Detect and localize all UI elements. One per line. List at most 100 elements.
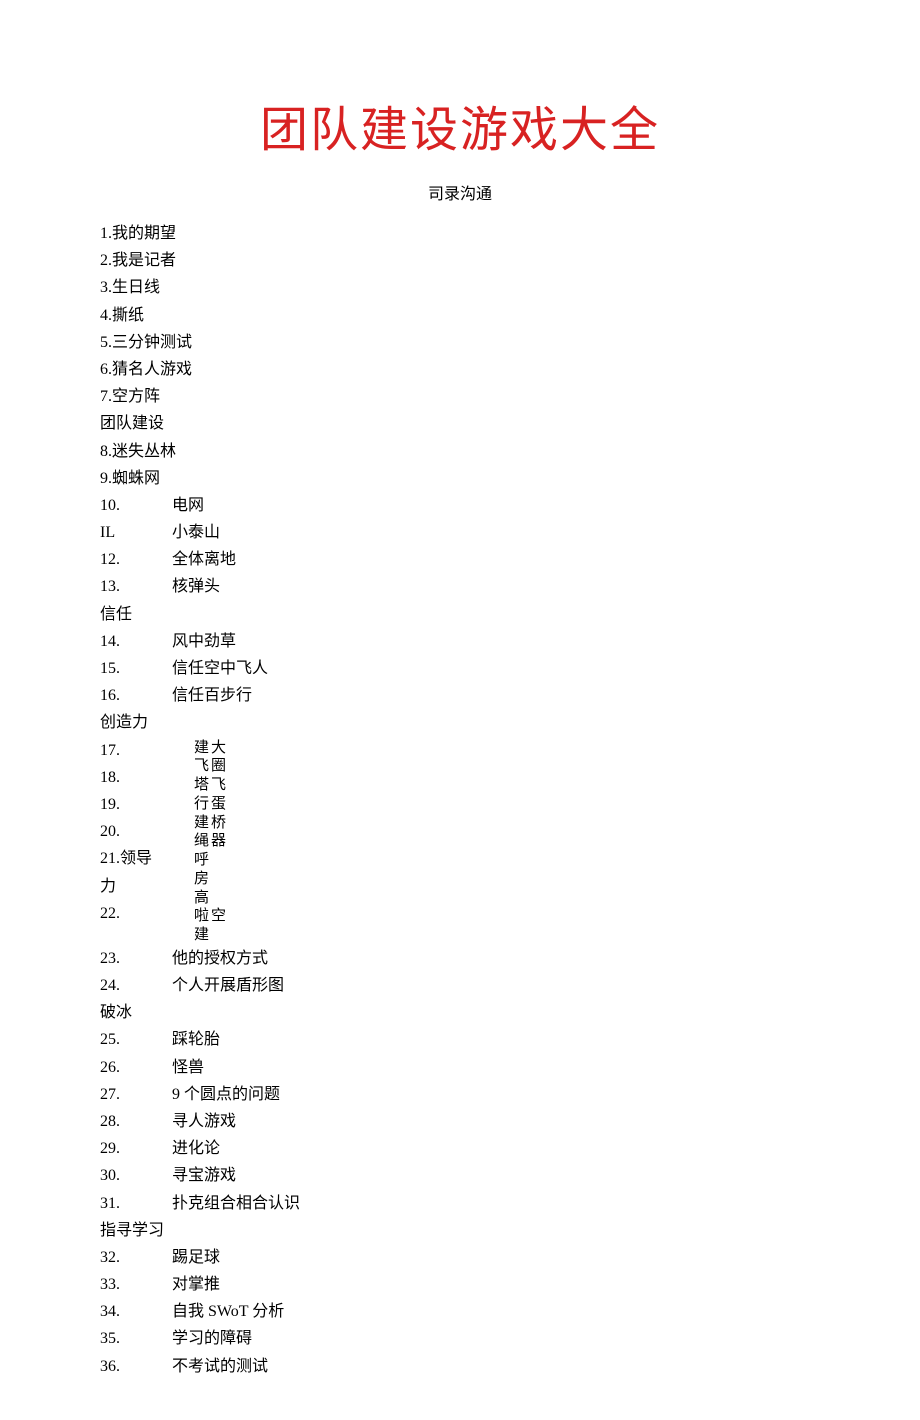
vertical-char: 圈 bbox=[211, 757, 226, 776]
toc-item-text: 他的授权方式 bbox=[172, 945, 820, 972]
vertical-char: 行 bbox=[194, 795, 209, 814]
creative-block: 17.18.19.20.21.领导力22. 建飞塔行建绳呼房高啦建 大圈飞蛋桥器… bbox=[100, 737, 820, 945]
document-title: 团队建设游戏大全 bbox=[100, 90, 820, 160]
toc-item-text: 踢足球 bbox=[172, 1244, 820, 1271]
toc-item-text: 对掌推 bbox=[172, 1271, 820, 1298]
toc-item-text: 个人开展盾形图 bbox=[172, 972, 820, 999]
toc-item-text: 猜名人游戏 bbox=[112, 356, 820, 383]
toc-item-number: 12. bbox=[100, 546, 172, 573]
toc-item: 9.蜘蛛网 bbox=[100, 465, 820, 492]
toc-item-number: 19. bbox=[100, 791, 172, 818]
creative-col2: 大圈飞蛋桥器 空 bbox=[211, 739, 226, 945]
toc-item: 5.三分钟测试 bbox=[100, 329, 820, 356]
toc-item-text: 扑克组合相合认识 bbox=[172, 1190, 820, 1217]
section-heading: 团队建设 bbox=[100, 410, 820, 437]
toc-item-text: 寻人游戏 bbox=[172, 1108, 820, 1135]
vertical-char bbox=[211, 870, 226, 889]
toc-item-number: 23. bbox=[100, 945, 172, 972]
toc-item-number: 7. bbox=[100, 383, 112, 410]
toc-item-text: 信任百步行 bbox=[172, 682, 820, 709]
toc-item-text: 迷失丛林 bbox=[112, 438, 820, 465]
toc-item-text: 信任空中飞人 bbox=[172, 655, 820, 682]
section-heading: 破冰 bbox=[100, 999, 820, 1026]
toc-item-number: 21.领导 bbox=[100, 845, 172, 872]
toc-item-text: 小泰山 bbox=[172, 519, 820, 546]
toc-item-text: 寻宝游戏 bbox=[172, 1162, 820, 1189]
toc-item-text: 核弹头 bbox=[172, 573, 820, 600]
vertical-char: 呼 bbox=[194, 851, 209, 870]
toc-item-number: 1. bbox=[100, 220, 112, 247]
vertical-char: 器 bbox=[211, 832, 226, 851]
toc-item-number: 13. bbox=[100, 573, 172, 600]
toc-item-text: 进化论 bbox=[172, 1135, 820, 1162]
toc-group-4: 23.他的授权方式24.个人开展盾形图 bbox=[100, 945, 820, 999]
toc-item-text: 踩轮胎 bbox=[172, 1026, 820, 1053]
toc-item: 31.扑克组合相合认识 bbox=[100, 1190, 820, 1217]
document-subtitle: 司录沟通 bbox=[100, 180, 820, 204]
vertical-char: 建 bbox=[194, 926, 209, 945]
toc-item-number: 30. bbox=[100, 1162, 172, 1189]
toc-item-text: 蜘蛛网 bbox=[112, 465, 820, 492]
toc-item-text: 我是记者 bbox=[112, 247, 820, 274]
toc-group-6: 32.踢足球33.对掌推34.自我 SWoT 分析35.学习的障碍36.不考试的… bbox=[100, 1244, 820, 1380]
toc-item-text: 电网 bbox=[172, 492, 820, 519]
toc-item: 15.信任空中飞人 bbox=[100, 655, 820, 682]
toc-item-number: 16. bbox=[100, 682, 172, 709]
toc-item: 8.迷失丛林 bbox=[100, 438, 820, 465]
toc-item: 7.空方阵 bbox=[100, 383, 820, 410]
toc-item-text: 我的期望 bbox=[112, 220, 820, 247]
toc-item: 24.个人开展盾形图 bbox=[100, 972, 820, 999]
vertical-char bbox=[211, 851, 226, 870]
toc-item: 3.生日线 bbox=[100, 274, 820, 301]
toc-item-number: 22. bbox=[100, 900, 172, 927]
toc-item-text: 9 个圆点的问题 bbox=[172, 1081, 820, 1108]
toc-item-number: 25. bbox=[100, 1026, 172, 1053]
vertical-char: 塔 bbox=[194, 776, 209, 795]
creative-col1: 建飞塔行建绳呼房高啦建 bbox=[194, 739, 209, 945]
toc-item-number: 34. bbox=[100, 1298, 172, 1325]
toc-group-2: 8.迷失丛林9.蜘蛛网10.电网IL小泰山12.全体离地13.核弹头 bbox=[100, 438, 820, 601]
toc-item: 6.猜名人游戏 bbox=[100, 356, 820, 383]
toc-item-number: 5. bbox=[100, 329, 112, 356]
vertical-char bbox=[211, 926, 226, 945]
creative-numbers: 17.18.19.20.21.领导力22. bbox=[100, 737, 172, 927]
toc-item-number: 32. bbox=[100, 1244, 172, 1271]
toc-item-number: 力 bbox=[100, 873, 172, 900]
toc-item: 13.核弹头 bbox=[100, 573, 820, 600]
toc-item: 28.寻人游戏 bbox=[100, 1108, 820, 1135]
toc-item-text: 生日线 bbox=[112, 274, 820, 301]
toc-item: 36.不考试的测试 bbox=[100, 1353, 820, 1380]
toc-item-number: 6. bbox=[100, 356, 112, 383]
toc-item-number: 3. bbox=[100, 274, 112, 301]
toc-item-number: 26. bbox=[100, 1054, 172, 1081]
toc-item: 33.对掌推 bbox=[100, 1271, 820, 1298]
toc-item-number: IL bbox=[100, 519, 172, 546]
vertical-char: 建 bbox=[194, 814, 209, 833]
toc-item: 26.怪兽 bbox=[100, 1054, 820, 1081]
toc-item-number: 8. bbox=[100, 438, 112, 465]
toc-item: 12.全体离地 bbox=[100, 546, 820, 573]
toc-group-3: 14.风中劲草15.信任空中飞人16.信任百步行 bbox=[100, 628, 820, 710]
toc-item-text: 全体离地 bbox=[172, 546, 820, 573]
toc-item-number: 4. bbox=[100, 302, 112, 329]
toc-group-5: 25.踩轮胎26.怪兽27.9 个圆点的问题28.寻人游戏29.进化论30.寻宝… bbox=[100, 1026, 820, 1216]
vertical-char: 空 bbox=[211, 907, 226, 926]
toc-group-1: 1.我的期望2.我是记者3.生日线4.撕纸5.三分钟测试6.猜名人游戏7.空方阵 bbox=[100, 220, 820, 410]
toc-item-text: 不考试的测试 bbox=[172, 1353, 820, 1380]
vertical-char: 蛋 bbox=[211, 795, 226, 814]
toc-item-text: 风中劲草 bbox=[172, 628, 820, 655]
toc-item-number: 20. bbox=[100, 818, 172, 845]
vertical-char: 绳 bbox=[194, 832, 209, 851]
toc-item-number: 24. bbox=[100, 972, 172, 999]
toc-item: 10.电网 bbox=[100, 492, 820, 519]
vertical-char: 桥 bbox=[211, 814, 226, 833]
toc-item-number: 35. bbox=[100, 1325, 172, 1352]
section-heading: 创造力 bbox=[100, 709, 820, 736]
toc-item-number: 15. bbox=[100, 655, 172, 682]
vertical-char bbox=[211, 889, 226, 908]
toc-item: 2.我是记者 bbox=[100, 247, 820, 274]
toc-item-number: 33. bbox=[100, 1271, 172, 1298]
toc-item: 14.风中劲草 bbox=[100, 628, 820, 655]
toc-item: IL小泰山 bbox=[100, 519, 820, 546]
toc-item-number: 27. bbox=[100, 1081, 172, 1108]
